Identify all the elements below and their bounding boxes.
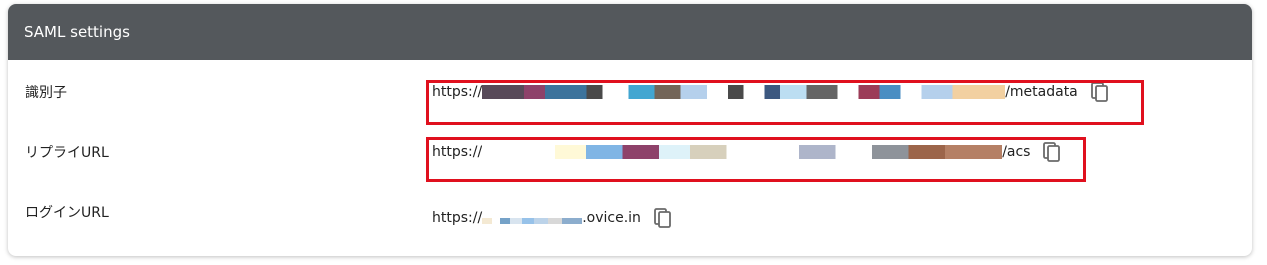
reply-url-label: リプライURL	[25, 145, 109, 161]
highlight-box	[426, 137, 1086, 182]
login-url-prefix: https://	[432, 210, 483, 226]
saml-settings-card: SAML settings 識別子 https:// /metadata リプラ…	[8, 4, 1252, 256]
copy-icon[interactable]	[651, 206, 675, 230]
row-login-url: ログインURL https:// .ovice.in	[8, 180, 1252, 240]
card-header: SAML settings	[8, 4, 1252, 60]
login-url-value: https:// .ovice.in	[432, 206, 675, 230]
identifier-label: 識別子	[25, 85, 67, 101]
redacted-text	[482, 218, 583, 224]
login-url-label: ログインURL	[25, 205, 109, 221]
login-url-suffix: .ovice.in	[582, 210, 641, 226]
highlight-box	[426, 80, 1144, 125]
card-title: SAML settings	[24, 23, 130, 41]
